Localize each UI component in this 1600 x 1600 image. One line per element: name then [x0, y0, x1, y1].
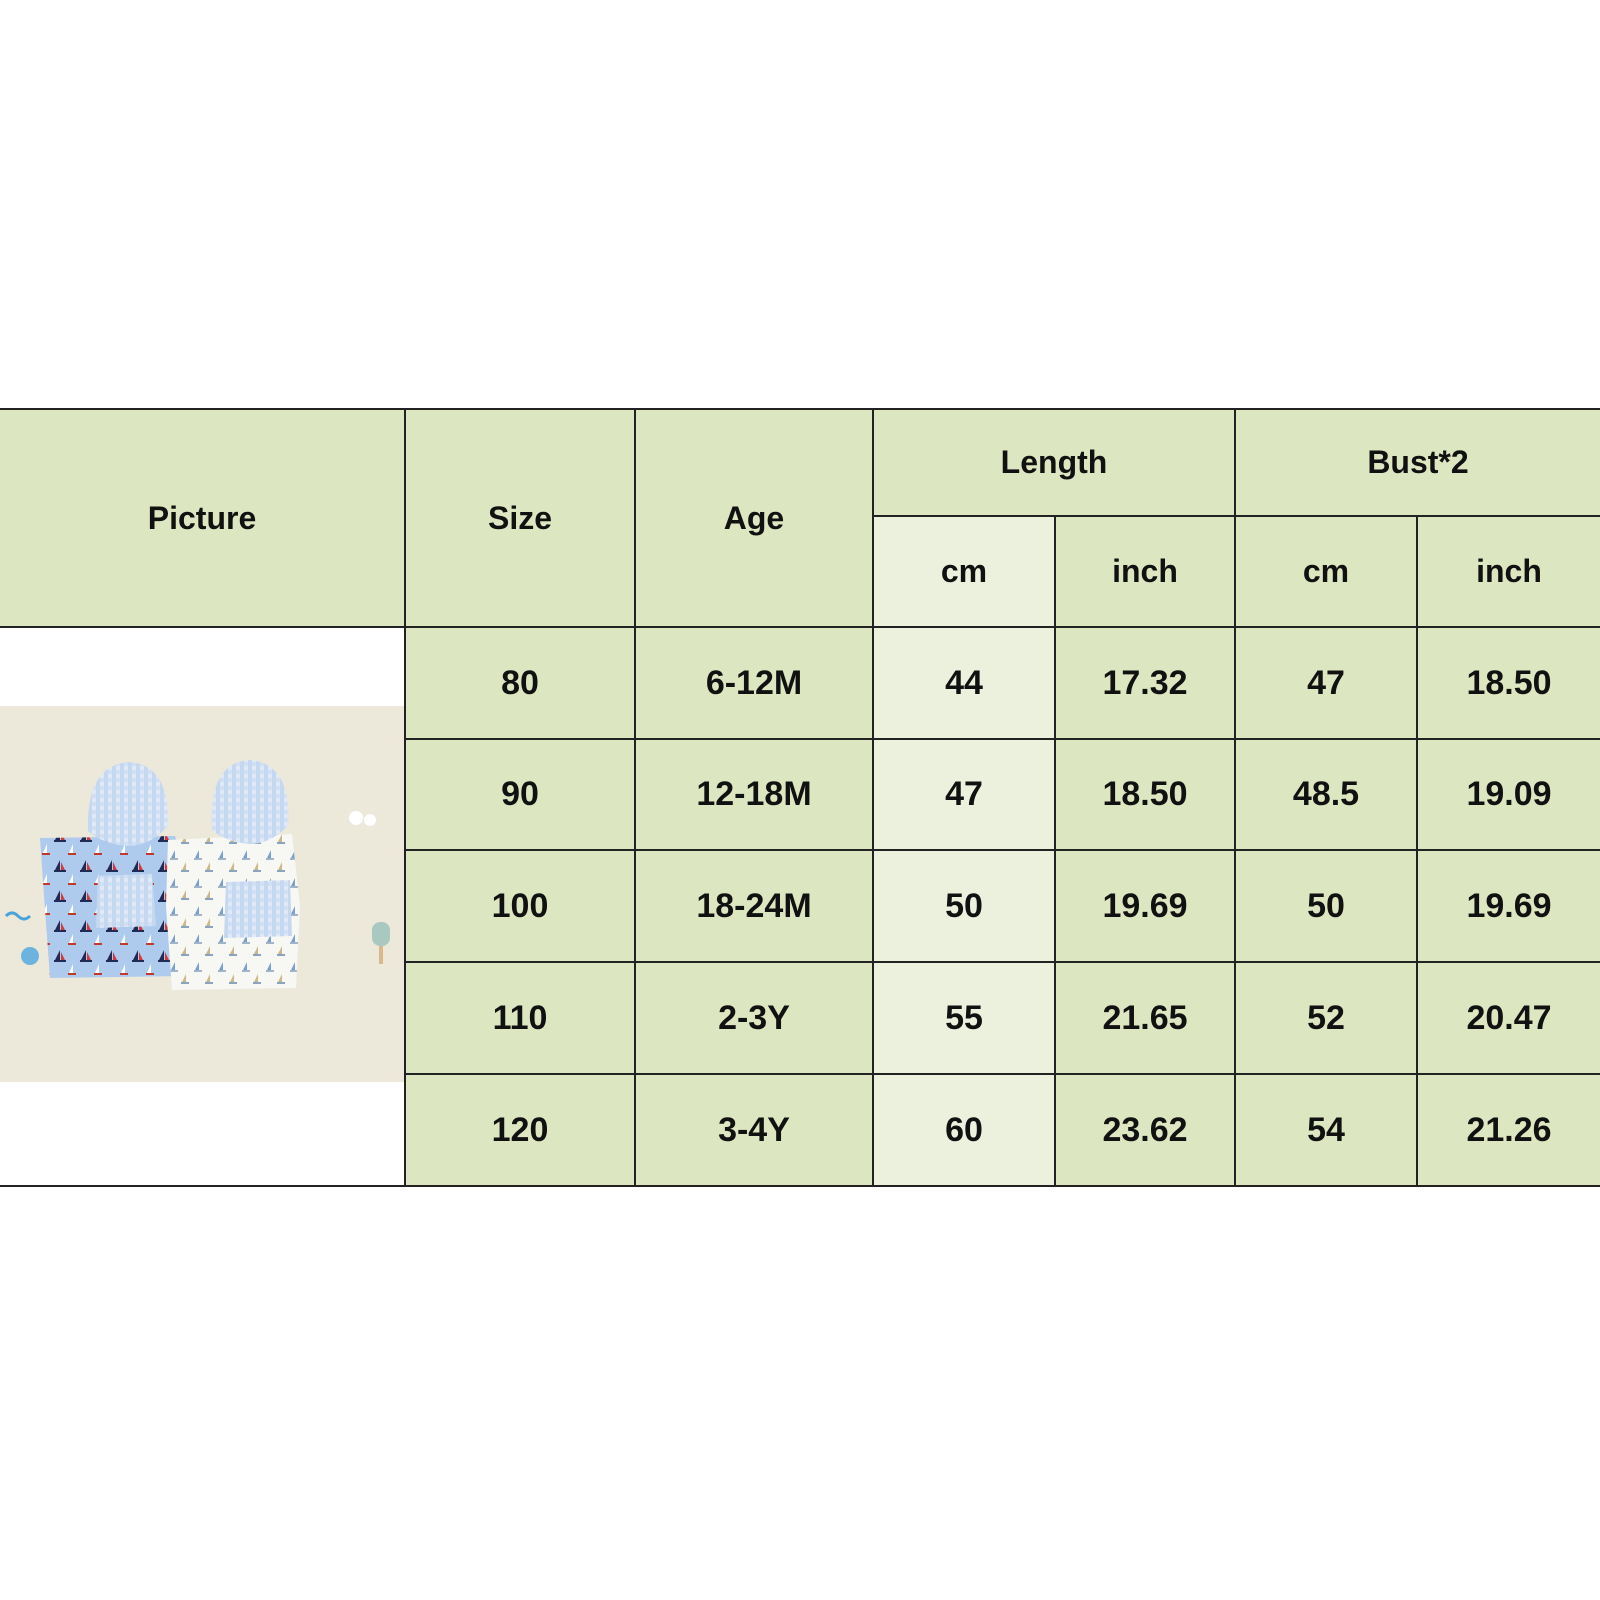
- cell-length-inch: 23.62: [1054, 1073, 1236, 1187]
- table-row: 80 6-12M 44 17.32 47 18.50: [0, 626, 1600, 1187]
- cell-length-inch: 18.50: [1054, 738, 1236, 851]
- header-length-inch: inch: [1054, 515, 1236, 628]
- cell-bust-cm: 50: [1234, 849, 1418, 963]
- cell-age: 18-24M: [634, 849, 874, 963]
- cell-size: 110: [404, 961, 636, 1075]
- cell-age: 6-12M: [634, 626, 874, 740]
- header-bust: Bust*2: [1234, 408, 1600, 517]
- header-picture: Picture: [0, 408, 406, 628]
- cell-bust-cm: 48.5: [1234, 738, 1418, 851]
- size-chart-table: Picture Size Age Length Bust*2 cm inch c…: [0, 408, 1600, 1187]
- cell-size: 120: [404, 1073, 636, 1187]
- header-length: Length: [872, 408, 1236, 517]
- header-bust-cm: cm: [1234, 515, 1418, 628]
- cell-length-cm: 60: [872, 1073, 1056, 1187]
- cell-bust-cm: 47: [1234, 626, 1418, 740]
- cell-bust-inch: 20.47: [1416, 961, 1600, 1075]
- cell-size: 90: [404, 738, 636, 851]
- header-size: Size: [404, 408, 636, 628]
- cell-length-cm: 55: [872, 961, 1056, 1075]
- cell-length-cm: 47: [872, 738, 1056, 851]
- cell-size: 100: [404, 849, 636, 963]
- header-bust-inch: inch: [1416, 515, 1600, 628]
- header-length-cm: cm: [872, 515, 1056, 628]
- white-poncho: [166, 760, 300, 990]
- cell-bust-inch: 19.09: [1416, 738, 1600, 851]
- product-picture-cell: [0, 626, 406, 1187]
- header-age: Age: [634, 408, 874, 628]
- cell-length-inch: 21.65: [1054, 961, 1236, 1075]
- cell-bust-inch: 18.50: [1416, 626, 1600, 740]
- cell-length-cm: 44: [872, 626, 1056, 740]
- cell-length-inch: 17.32: [1054, 626, 1236, 740]
- cell-age: 3-4Y: [634, 1073, 874, 1187]
- cell-length-cm: 50: [872, 849, 1056, 963]
- cell-bust-inch: 21.26: [1416, 1073, 1600, 1187]
- cell-bust-cm: 52: [1234, 961, 1418, 1075]
- cell-age: 12-18M: [634, 738, 874, 851]
- cell-size: 80: [404, 626, 636, 740]
- product-photo: [0, 706, 404, 1082]
- cell-bust-cm: 54: [1234, 1073, 1418, 1187]
- cell-age: 2-3Y: [634, 961, 874, 1075]
- cell-bust-inch: 19.69: [1416, 849, 1600, 963]
- cell-length-inch: 19.69: [1054, 849, 1236, 963]
